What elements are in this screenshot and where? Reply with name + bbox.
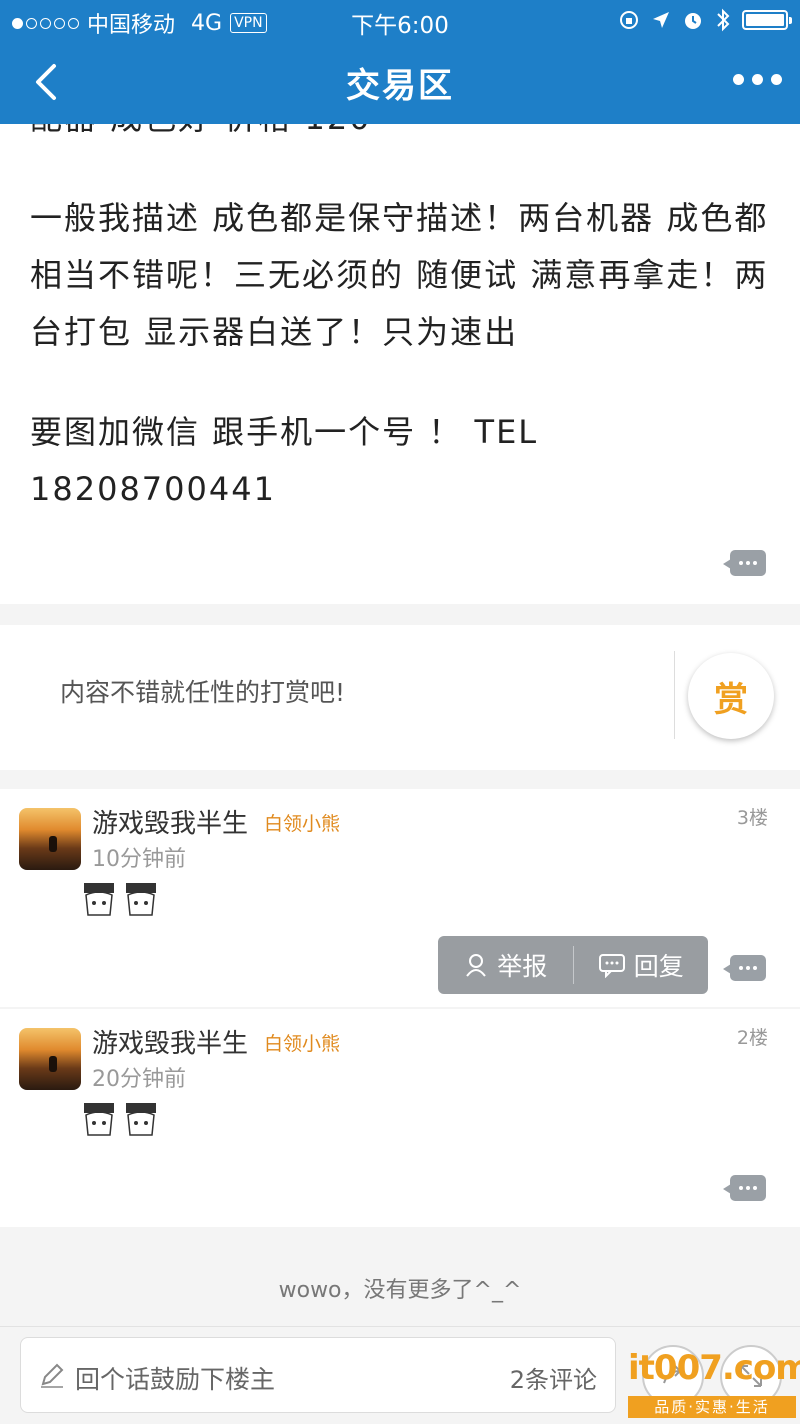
reply-label: 回复 xyxy=(633,952,684,981)
comment-input[interactable]: 回个话鼓励下楼主 2条评论 xyxy=(20,1337,616,1413)
rotation-lock-icon xyxy=(620,11,638,29)
avatar[interactable] xyxy=(19,808,81,870)
reward-button[interactable]: 赏 xyxy=(688,653,774,739)
post-paragraph: 要图加微信 跟手机一个号 ！ TEL 18208700441 xyxy=(30,413,539,508)
comment-actions-popup: 举报 回复 xyxy=(438,936,708,994)
post-paragraph: 一般我描述 成色都是保守描述！两台机器 成色都相当不错呢！三无必须的 随便试 满… xyxy=(30,199,769,351)
reward-panel: 内容不错就任性的打赏吧! xyxy=(0,625,800,770)
post-time: 20分钟前 xyxy=(92,1067,186,1092)
watermark-logo: it007.com 品质·实惠·生活 xyxy=(628,1348,800,1418)
reward-button-label: 赏 xyxy=(714,679,748,720)
comment-icon[interactable] xyxy=(723,955,766,981)
reply-button[interactable]: 回复 xyxy=(574,947,709,983)
stress-sticker-icon xyxy=(126,1103,156,1136)
username[interactable]: 游戏毁我半生 xyxy=(92,803,248,840)
battery-icon xyxy=(742,10,792,30)
comment-icon[interactable] xyxy=(723,550,766,576)
status-bar: 中国移动 4G VPN 下午6:00 xyxy=(0,0,800,40)
bluetooth-icon xyxy=(717,8,730,32)
watermark-slogan: 品质·实惠·生活 xyxy=(628,1396,796,1418)
comment-placeholder: 回个话鼓励下楼主 xyxy=(75,1365,276,1394)
divider xyxy=(674,651,675,739)
reply-icon xyxy=(598,954,625,978)
report-icon xyxy=(466,954,487,977)
floor-number: 2楼 xyxy=(736,1027,768,1049)
username[interactable]: 游戏毁我半生 xyxy=(92,1023,248,1060)
alarm-icon xyxy=(685,13,701,29)
post-content: 配器 成色好 价格 120 一般我描述 成色都是保守描述！两台机器 成色都相当不… xyxy=(0,124,800,604)
comment-count[interactable]: 2条评论 xyxy=(510,1360,597,1395)
location-icon xyxy=(653,12,669,28)
stress-sticker-icon xyxy=(84,883,114,916)
avatar[interactable] xyxy=(19,1028,81,1090)
comment-icon[interactable] xyxy=(723,1175,766,1201)
report-label: 举报 xyxy=(497,952,548,981)
watermark-brand: it007.com xyxy=(628,1348,800,1388)
page-title: 交易区 xyxy=(346,66,454,106)
user-badge: 白领小熊 xyxy=(264,813,341,835)
no-more-text: wowo，没有更多了^_^ xyxy=(278,1278,522,1303)
stress-sticker-icon xyxy=(126,883,156,916)
sticker-images xyxy=(80,1101,160,1139)
more-icon[interactable] xyxy=(733,74,782,85)
pencil-icon xyxy=(41,1363,64,1388)
user-badge: 白领小熊 xyxy=(264,1033,341,1055)
sticker-images xyxy=(80,881,160,919)
nav-bar: 交易区 xyxy=(0,40,800,124)
stress-sticker-icon xyxy=(84,1103,114,1136)
report-button[interactable]: 举报 xyxy=(438,947,573,983)
floor-number: 3楼 xyxy=(736,807,768,829)
list-item: 游戏毁我半生 白领小熊 20分钟前 2楼 xyxy=(0,1009,800,1227)
post-time: 10分钟前 xyxy=(92,847,186,872)
post-cut-line: 配器 成色好 价格 120 xyxy=(30,124,750,147)
reward-prompt: 内容不错就任性的打赏吧! xyxy=(60,678,346,707)
